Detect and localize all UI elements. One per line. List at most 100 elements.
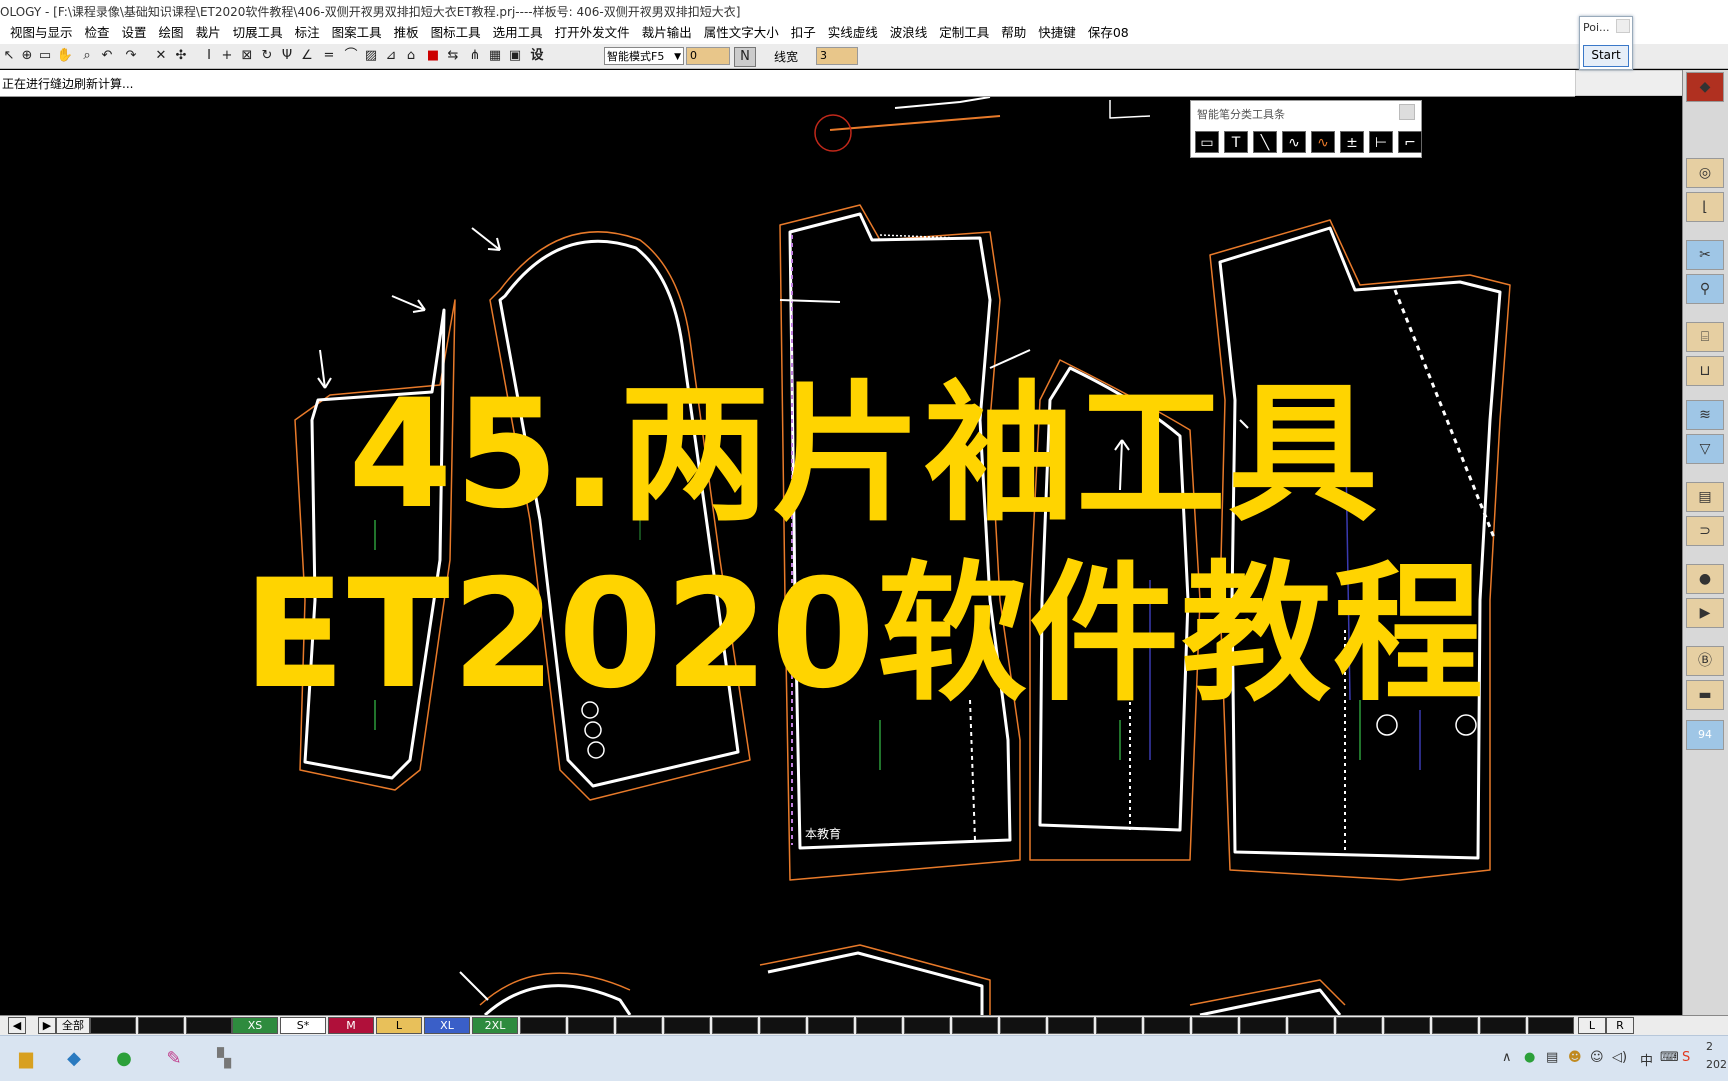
zoom-icon[interactable]: ⌕: [78, 47, 96, 65]
size-slot[interactable]: [90, 1017, 136, 1034]
start-button[interactable]: Start: [1583, 45, 1629, 67]
size-tab[interactable]: S*: [280, 1017, 326, 1034]
text-icon[interactable]: T: [1224, 131, 1248, 153]
text-tool-icon[interactable]: I: [200, 47, 218, 65]
move-icon[interactable]: ✣: [172, 47, 190, 65]
corner-icon[interactable]: ⌐: [1398, 131, 1422, 153]
size-tab[interactable]: 2XL: [472, 1017, 518, 1034]
mode-select[interactable]: 智能模式F5 ▼: [604, 47, 684, 65]
apply-icon[interactable]: N: [734, 47, 756, 67]
menu-item[interactable]: 设置: [116, 24, 153, 42]
menu-item[interactable]: 标注: [289, 24, 326, 42]
et-app-icon[interactable]: ▚: [208, 1044, 240, 1074]
scroll-right-icon[interactable]: ▶: [38, 1017, 56, 1034]
settings-button[interactable]: 设: [528, 47, 546, 65]
fork-icon[interactable]: Ψ: [278, 47, 296, 65]
menu-item[interactable]: 切展工具: [227, 24, 289, 42]
size-slot[interactable]: [760, 1017, 806, 1034]
scroll-left-icon[interactable]: ◀: [8, 1017, 26, 1034]
menu-item[interactable]: 检查: [79, 24, 116, 42]
angle-icon[interactable]: ∠: [298, 47, 316, 65]
size-slot[interactable]: [1384, 1017, 1430, 1034]
s-app-icon[interactable]: S: [1682, 1050, 1690, 1065]
menu-item[interactable]: 图标工具: [425, 24, 487, 42]
size-slot[interactable]: [1240, 1017, 1286, 1034]
size-slot[interactable]: [568, 1017, 614, 1034]
size-tab[interactable]: XL: [424, 1017, 470, 1034]
camera-icon[interactable]: ▤: [1546, 1050, 1558, 1065]
keyboard-icon[interactable]: ⌨: [1660, 1050, 1679, 1065]
close-icon[interactable]: [1399, 104, 1415, 120]
draw-app-icon[interactable]: ✎: [158, 1044, 190, 1074]
wechat-icon[interactable]: ●: [108, 1044, 140, 1074]
chevron-up-icon[interactable]: ∧: [1502, 1050, 1512, 1065]
qq-icon[interactable]: ☻: [1568, 1050, 1582, 1065]
wave-icon[interactable]: ∿: [1311, 131, 1335, 153]
menu-item[interactable]: 选用工具: [487, 24, 549, 42]
ruler-icon[interactable]: ▬: [1686, 680, 1724, 710]
size-slot[interactable]: [186, 1017, 232, 1034]
size-slot[interactable]: [1000, 1017, 1046, 1034]
menu-item[interactable]: 裁片输出: [636, 24, 698, 42]
size-slot[interactable]: [1528, 1017, 1574, 1034]
right-button[interactable]: R: [1606, 1017, 1634, 1034]
size-slot[interactable]: [1096, 1017, 1142, 1034]
menu-item[interactable]: 打开外发文件: [549, 24, 636, 42]
menu-item[interactable]: 扣子: [785, 24, 822, 42]
fold-icon[interactable]: ⊿: [382, 47, 400, 65]
window-icon[interactable]: ▭: [36, 47, 54, 65]
equal-icon[interactable]: =: [320, 47, 338, 65]
grid-icon[interactable]: ▦: [486, 47, 504, 65]
size-all-button[interactable]: 全部: [56, 1017, 90, 1034]
rect-icon[interactable]: ▭: [1195, 131, 1219, 153]
size-tab[interactable]: XS: [232, 1017, 278, 1034]
menu-item[interactable]: 视图与显示: [4, 24, 79, 42]
menu-item[interactable]: 定制工具: [933, 24, 995, 42]
size-slot[interactable]: [712, 1017, 758, 1034]
sewing-machine-icon[interactable]: ⌸: [1686, 322, 1724, 352]
size-slot[interactable]: [1144, 1017, 1190, 1034]
badge-icon[interactable]: ●: [1686, 564, 1724, 594]
value-input[interactable]: 0: [686, 47, 730, 65]
zoom-in-icon[interactable]: ⊕: [18, 47, 36, 65]
menu-item[interactable]: 绘图: [153, 24, 190, 42]
size-slot[interactable]: [1192, 1017, 1238, 1034]
menu-item[interactable]: 快捷键: [1032, 24, 1082, 42]
close-icon[interactable]: [1616, 19, 1630, 33]
bucket-icon[interactable]: ⊔: [1686, 356, 1724, 386]
menu-item[interactable]: 属性文字大小: [698, 24, 785, 42]
dart-icon[interactable]: ▽: [1686, 434, 1724, 464]
size-slot[interactable]: [520, 1017, 566, 1034]
size-tab[interactable]: M: [328, 1017, 374, 1034]
menu-item[interactable]: 推板: [388, 24, 425, 42]
folder-icon[interactable]: ▆: [10, 1044, 42, 1074]
pin-icon[interactable]: ⚲: [1686, 274, 1724, 304]
size-slot[interactable]: [1432, 1017, 1478, 1034]
delete-icon[interactable]: ✕: [152, 47, 170, 65]
panel-number[interactable]: 94: [1686, 720, 1724, 750]
curve-icon[interactable]: ∿: [1282, 131, 1306, 153]
menu-item[interactable]: 保存08: [1082, 24, 1135, 42]
size-slot[interactable]: [1288, 1017, 1334, 1034]
hatch-icon[interactable]: ▨: [362, 47, 380, 65]
measure-icon[interactable]: ⊢: [1369, 131, 1393, 153]
menu-item[interactable]: 实线虚线: [822, 24, 884, 42]
size-slot[interactable]: [1336, 1017, 1382, 1034]
tray-wechat-icon[interactable]: ●: [1524, 1050, 1535, 1065]
menu-item[interactable]: 裁片: [190, 24, 227, 42]
hanger2-icon[interactable]: ⋔: [466, 47, 484, 65]
undo-icon[interactable]: ↶: [98, 47, 116, 65]
scissors-icon[interactable]: ✂: [1686, 240, 1724, 270]
flip-icon[interactable]: ⇆: [444, 47, 462, 65]
input-method-icon[interactable]: 中: [1640, 1050, 1653, 1069]
size-tab[interactable]: L: [376, 1017, 422, 1034]
size-slot[interactable]: [904, 1017, 950, 1034]
ruler-b-icon[interactable]: Ⓑ: [1686, 646, 1724, 676]
image-icon[interactable]: ▣: [506, 47, 524, 65]
size-slot[interactable]: [616, 1017, 662, 1034]
select-icon[interactable]: ↖: [0, 47, 18, 65]
size-slot[interactable]: [856, 1017, 902, 1034]
rotate-icon[interactable]: ↻: [258, 47, 276, 65]
size-slot[interactable]: [808, 1017, 854, 1034]
volume-icon[interactable]: ◁): [1612, 1050, 1627, 1065]
